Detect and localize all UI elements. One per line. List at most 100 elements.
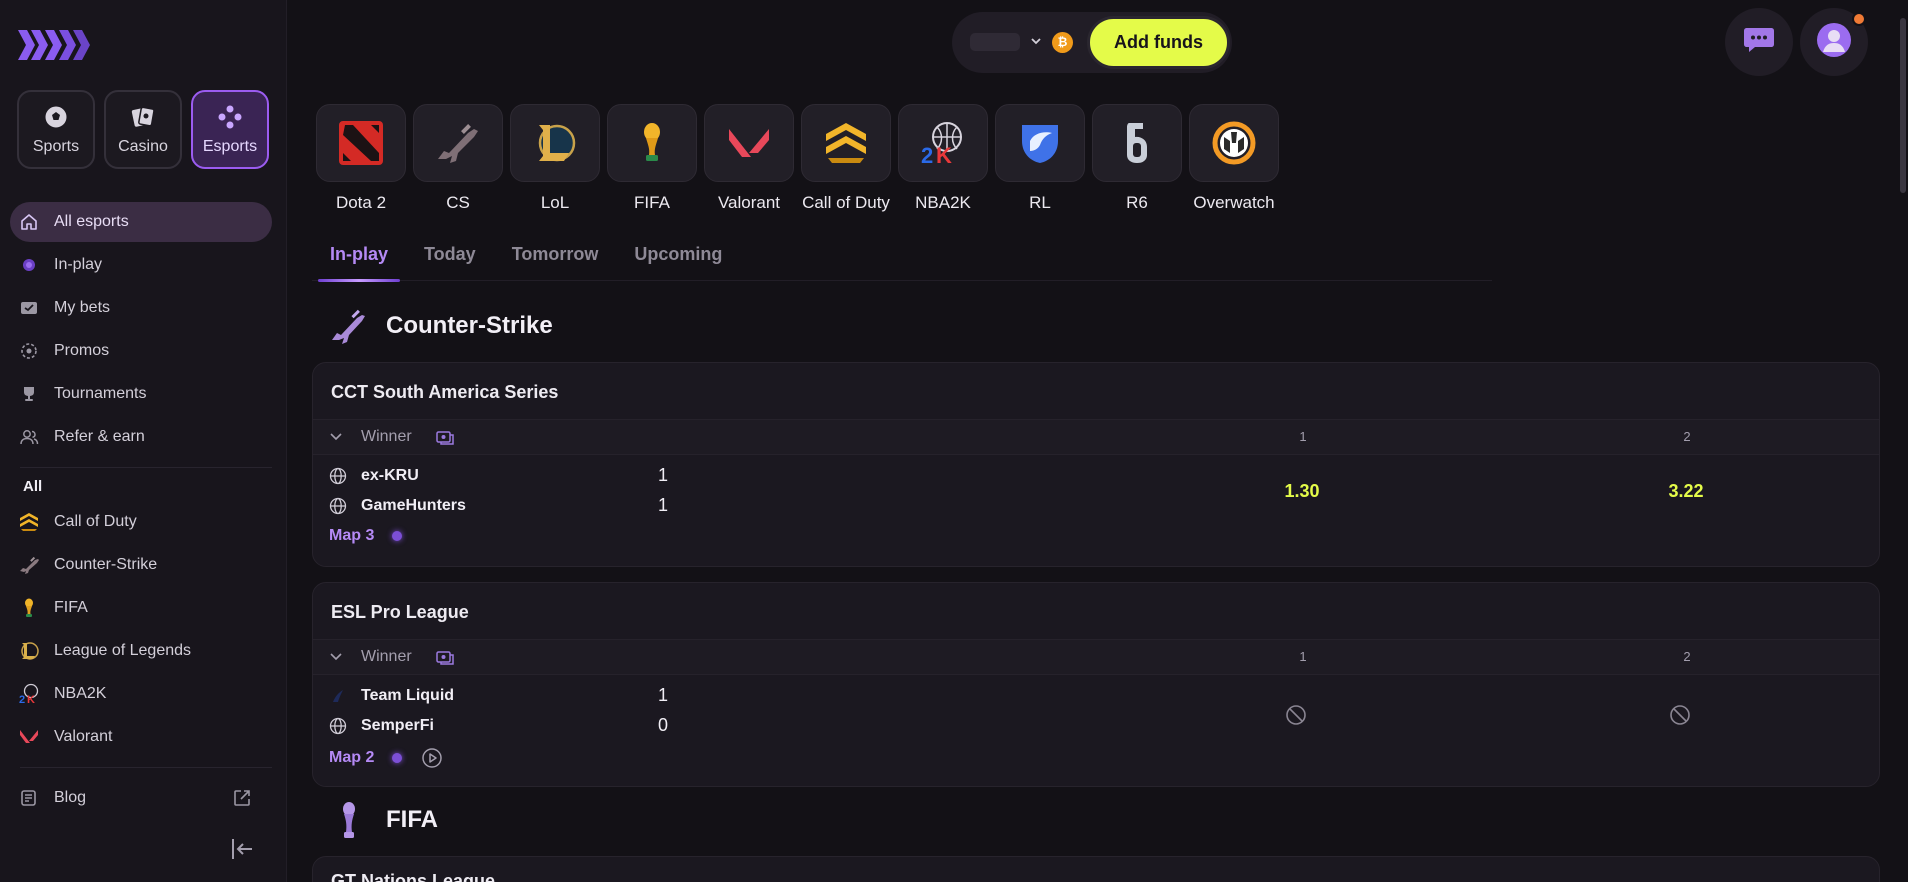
sidebar-item-league-of-legends[interactable]: League of Legends (10, 631, 272, 671)
game-tile-rl[interactable]: RL (995, 104, 1085, 213)
game-label: RL (1029, 193, 1051, 212)
team-1: Team Liquid (329, 687, 454, 705)
team-name: GameHunters (361, 497, 466, 514)
sidebar-item-label: Tournaments (54, 385, 147, 402)
sidebar-item-label: My bets (54, 299, 111, 316)
sidebar-item-refer-earn[interactable]: Refer & earn (10, 417, 272, 457)
game-tile-lol[interactable]: LoL (510, 104, 600, 213)
game-tile-call-of-duty[interactable]: Call of Duty (801, 104, 891, 213)
sidebar-item-valorant[interactable]: Valorant (10, 717, 272, 757)
sidebar-item-call-of-duty[interactable]: Call of Duty (10, 502, 272, 542)
valorant-icon (18, 726, 40, 748)
sidebar-item-fifa[interactable]: FIFA (10, 588, 272, 628)
league-name[interactable]: CCT South America Series (313, 363, 1879, 419)
league-name[interactable]: ESL Pro League (313, 583, 1879, 639)
team-liquid-logo-icon (329, 687, 347, 705)
add-funds-button[interactable]: Add funds (1087, 16, 1230, 69)
valorant-icon (704, 104, 794, 182)
cashout-icon (435, 427, 455, 447)
sidebar-item-label: In-play (54, 256, 103, 273)
balance-value[interactable] (970, 33, 1020, 51)
team-1-score: 1 (658, 685, 669, 705)
live-dot-icon (18, 254, 40, 276)
game-tile-nba2k[interactable]: 2K NBA2K (898, 104, 988, 213)
notification-dot (1852, 12, 1866, 26)
profile-button[interactable] (1800, 8, 1868, 76)
sidebar-item-nba2k[interactable]: 2K NBA2K (10, 674, 272, 714)
promo-icon (18, 340, 40, 362)
globe-icon (329, 467, 347, 485)
cards-icon (130, 104, 156, 130)
call-of-duty-icon (801, 104, 891, 182)
sidebar-item-all-esports[interactable]: All esports (10, 202, 272, 242)
league-name[interactable]: GT Nations League (313, 857, 1879, 882)
team-2: GameHunters (329, 497, 466, 515)
odds-button-1[interactable]: 1.30 (1262, 481, 1342, 502)
game-tile-dota2[interactable]: Dota 2 (316, 104, 406, 213)
bitcoin-icon: ₿ (1052, 32, 1073, 53)
sidebar-nav: All esports In-play My bets Promos Tourn… (10, 202, 272, 821)
game-label: NBA2K (915, 193, 971, 212)
fifa-trophy-icon (607, 104, 697, 182)
sidebar-item-promos[interactable]: Promos (10, 331, 272, 371)
tab-tomorrow[interactable]: Tomorrow (494, 236, 617, 281)
game-tile-fifa[interactable]: FIFA (607, 104, 697, 213)
play-stream-icon[interactable] (421, 747, 443, 769)
trophy-icon (18, 383, 40, 405)
chat-button[interactable] (1725, 8, 1793, 76)
sidebar-item-label: Valorant (54, 728, 113, 745)
lol-icon (510, 104, 600, 182)
chat-icon (1743, 26, 1775, 59)
svg-text:2: 2 (921, 143, 933, 167)
category-esports-button[interactable]: Esports (191, 90, 269, 169)
sidebar-item-blog[interactable]: Blog (10, 778, 272, 818)
page-scrollbar[interactable] (1898, 0, 1908, 882)
rainbow-six-icon (1092, 104, 1182, 182)
call-of-duty-icon (18, 511, 40, 533)
scrollbar-thumb[interactable] (1900, 18, 1906, 193)
sidebar-item-label: All esports (54, 213, 129, 230)
category-sports-button[interactable]: Sports (17, 90, 95, 169)
team-2-score: 0 (658, 715, 669, 735)
rifle-icon (328, 305, 370, 347)
game-tile-valorant[interactable]: Valorant (704, 104, 794, 213)
team-name: SemperFi (361, 717, 434, 734)
odds-button-2[interactable]: 3.22 (1646, 481, 1726, 502)
market-name: Winner (361, 428, 412, 445)
match-row[interactable]: Team Liquid 1 SemperFi 0 Map 2 (313, 675, 1879, 786)
category-label: Sports (32, 138, 80, 155)
rocket-league-icon (995, 104, 1085, 182)
category-casino-button[interactable]: Casino (104, 90, 182, 169)
game-label: Valorant (717, 193, 781, 212)
category-label: Esports (202, 138, 258, 155)
map-status: Map 2 (329, 747, 443, 769)
cashout-icon (435, 647, 455, 667)
team-2-score: 1 (658, 495, 669, 515)
map-label: Map 3 (329, 527, 375, 544)
sidebar-item-in-play[interactable]: In-play (10, 245, 272, 285)
tab-upcoming[interactable]: Upcoming (616, 236, 740, 281)
tab-in-play[interactable]: In-play (312, 236, 406, 282)
game-tile-cs[interactable]: CS (413, 104, 503, 213)
suspended-odds-icon (1285, 704, 1307, 726)
match-card: GT Nations League (312, 856, 1880, 882)
tab-today[interactable]: Today (406, 236, 494, 281)
match-card: ESL Pro League Winner 1 2 Team Liquid 1 (312, 582, 1880, 787)
sidebar-item-tournaments[interactable]: Tournaments (10, 374, 272, 414)
avatar (1817, 22, 1851, 62)
collapse-sidebar-icon[interactable] (230, 836, 256, 862)
sidebar: Sports Casino Esports All esports In-pla… (0, 0, 287, 882)
game-tile-overwatch[interactable]: Overwatch (1189, 104, 1279, 213)
match-row[interactable]: ex-KRU 1 GameHunters 1 1.30 3.22 Map 3 (313, 455, 1879, 566)
svg-text:2: 2 (19, 694, 25, 705)
chevron-down-icon[interactable] (329, 430, 343, 444)
svg-text:K: K (936, 143, 952, 167)
brand-logo[interactable] (18, 28, 90, 62)
sidebar-item-counter-strike[interactable]: Counter-Strike (10, 545, 272, 585)
chevron-down-icon[interactable] (1029, 34, 1043, 48)
game-tile-r6[interactable]: R6 (1092, 104, 1182, 213)
nba2k-icon: 2K (18, 683, 40, 705)
blog-icon (18, 787, 40, 809)
sidebar-item-my-bets[interactable]: My bets (10, 288, 272, 328)
chevron-down-icon[interactable] (329, 650, 343, 664)
